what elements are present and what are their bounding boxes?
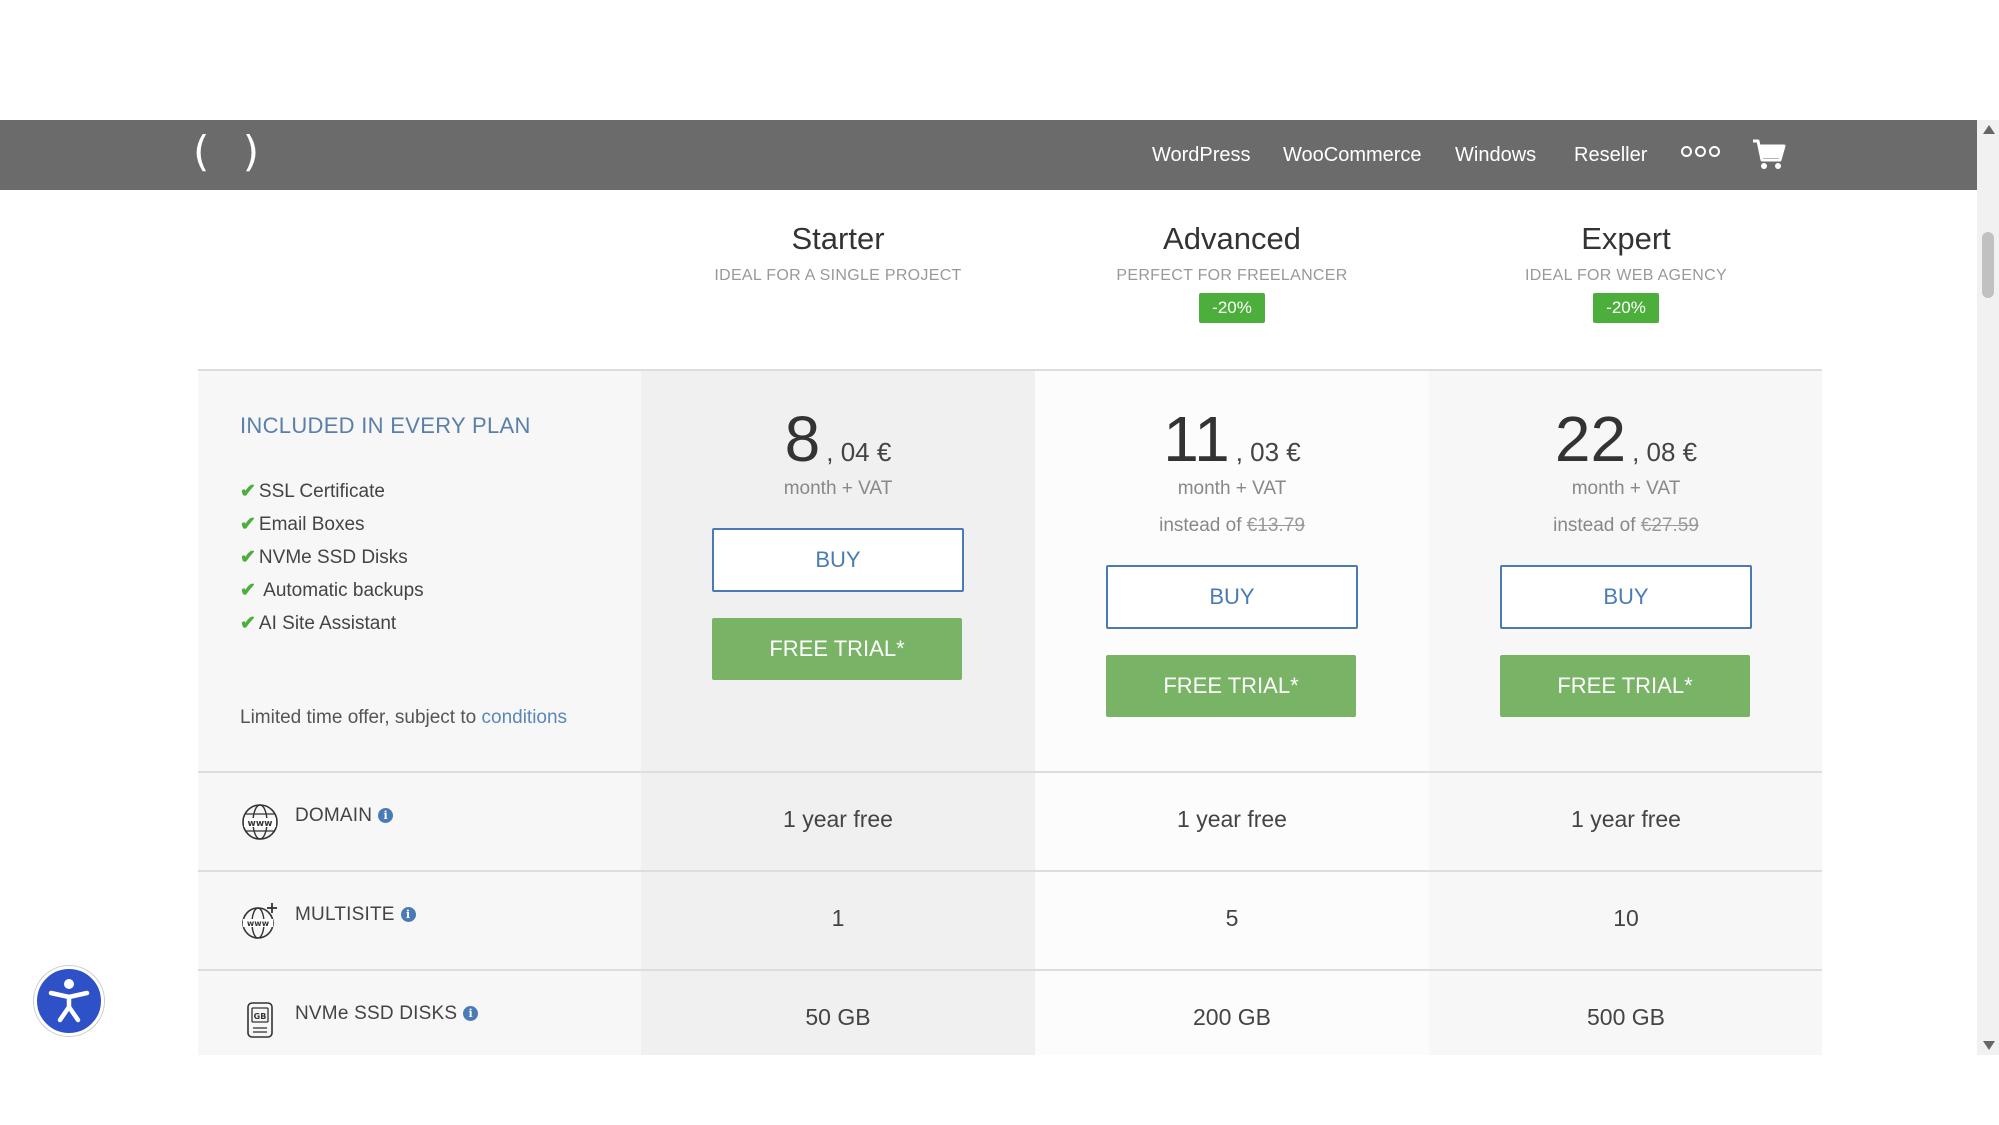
original-price: instead of €27.59 [1553,515,1699,536]
included-feature: ✔ SSL Certificate [240,481,385,502]
nvme-advanced: 200 GB [1193,1004,1271,1030]
cart-icon[interactable] [1752,138,1786,172]
free-trial-button-starter[interactable]: FREE TRIAL* [712,618,962,680]
globe-www-icon: www [242,804,278,840]
globe-plus-icon: www [242,903,277,939]
included-title: INCLUDED IN EVERY PLAN [240,413,531,438]
scroll-thumb[interactable] [1982,232,1994,298]
row-label-domain: DOMAIN i [295,805,394,827]
disk-gb-icon: GB [247,1002,273,1038]
price-advanced: 11, 03 € [1163,403,1301,475]
top-navbar: ( ) WordPress WooCommerce Windows Resell… [0,120,1977,190]
multisite-expert: 10 [1613,905,1639,931]
info-icon[interactable]: i [463,1006,479,1022]
limited-offer-text: Limited time offer, subject to condition… [240,707,568,728]
price-period: month + VAT [1177,478,1287,499]
domain-starter: 1 year free [783,806,893,832]
plan-name: Advanced [1163,221,1301,256]
vertical-scrollbar[interactable] [1977,120,1999,1055]
discount-badge: -20% [1199,293,1265,323]
multisite-starter: 1 [831,905,845,931]
scroll-up-arrow-icon[interactable] [1983,125,1995,134]
more-icon[interactable] [1681,146,1720,157]
plan-header-starter: Starter IDEAL FOR A SINGLE PROJECT [688,219,988,285]
included-feature: ✔ NVMe SSD Disks [240,547,408,568]
included-feature: ✔ AI Site Assistant [240,613,397,634]
free-trial-button-expert[interactable]: FREE TRIAL* [1500,655,1750,717]
check-icon: ✔ [240,580,256,601]
plan-header-advanced: Advanced PERFECT FOR FREELANCER -20% [1082,219,1382,323]
price-expert: 22, 08 € [1554,403,1698,475]
included-feature: ✔ Email Boxes [240,514,365,535]
svg-text:www: www [247,919,270,928]
row-label-multisite: MULTISITE i [295,904,416,926]
original-price: instead of €13.79 [1159,515,1305,536]
conditions-link[interactable]: conditions [482,707,568,728]
plan-tagline: IDEAL FOR A SINGLE PROJECT [714,267,962,284]
nav-item-woocommerce[interactable]: WooCommerce [1283,120,1422,190]
plan-tagline: PERFECT FOR FREELANCER [1116,267,1348,284]
svg-text:www: www [248,819,273,829]
row-label-nvme-ssd-disks: NVMe SSD DISKS i [295,1003,479,1025]
check-icon: ✔ [240,514,256,535]
check-icon: ✔ [240,481,256,502]
buy-button-advanced[interactable]: BUY [1106,565,1358,629]
svg-text:GB: GB [254,1012,267,1021]
divider [198,969,1822,971]
domain-advanced: 1 year free [1177,806,1287,832]
divider [198,870,1822,872]
info-icon[interactable]: i [378,808,394,824]
multisite-advanced: 5 [1225,905,1239,931]
price-starter: 8, 04 € [784,403,892,475]
price-period: month + VAT [1571,478,1681,499]
divider [198,771,1822,773]
site-logo[interactable]: ( ) [193,128,269,176]
scroll-down-arrow-icon[interactable] [1983,1041,1995,1050]
nav-item-wordpress[interactable]: WordPress [1152,120,1251,190]
nvme-expert: 500 GB [1587,1004,1665,1030]
check-icon: ✔ [240,547,256,568]
accessibility-icon [48,979,90,1023]
plan-header-expert: Expert IDEAL FOR WEB AGENCY -20% [1476,219,1776,323]
nav-item-reseller[interactable]: Reseller [1574,120,1647,190]
info-icon[interactable]: i [400,907,416,923]
free-trial-button-advanced[interactable]: FREE TRIAL* [1106,655,1356,717]
divider [198,369,1822,371]
nvme-starter: 50 GB [805,1004,871,1030]
accessibility-button[interactable] [34,966,104,1036]
discount-badge: -20% [1593,293,1659,323]
check-icon: ✔ [240,613,256,634]
buy-button-expert[interactable]: BUY [1500,565,1752,629]
price-period: month + VAT [783,478,893,499]
plan-name: Expert [1581,221,1671,256]
included-feature: ✔ Automatic backups [240,580,424,601]
nav-item-windows[interactable]: Windows [1455,120,1536,190]
plan-name: Starter [791,221,885,256]
domain-expert: 1 year free [1571,806,1681,832]
page-viewport: ( ) WordPress WooCommerce Windows Resell… [0,120,1977,1055]
plan-tagline: IDEAL FOR WEB AGENCY [1525,267,1727,284]
buy-button-starter[interactable]: BUY [712,528,964,592]
